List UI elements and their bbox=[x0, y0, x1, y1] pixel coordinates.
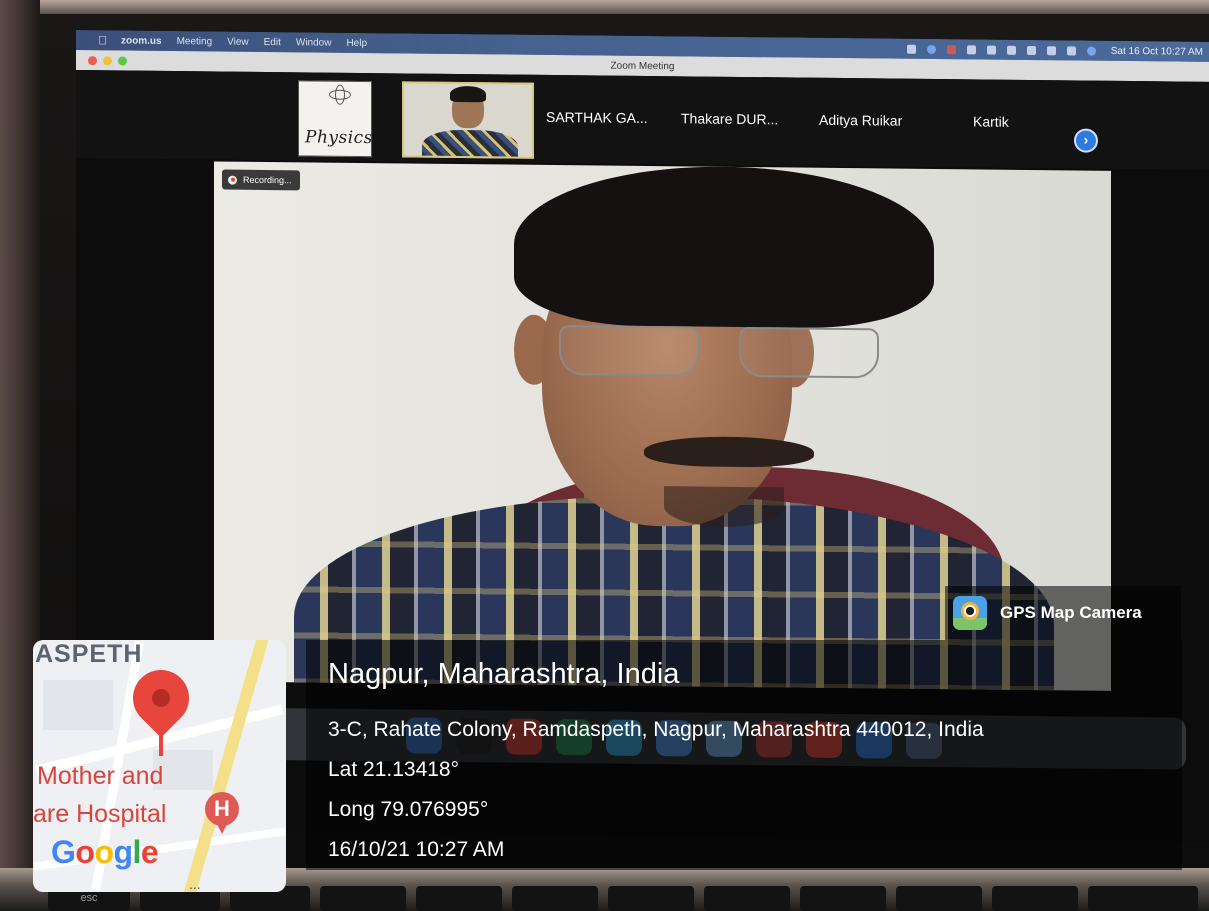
recording-status-icon[interactable] bbox=[946, 44, 956, 54]
recording-indicator[interactable]: Recording... bbox=[222, 169, 300, 191]
menubar-clock[interactable]: Sat 16 Oct 10:27 AM bbox=[1111, 45, 1203, 57]
gps-camera-badge: GPS Map Camera bbox=[945, 586, 1181, 640]
map-area-label: ASPETH bbox=[35, 640, 143, 668]
participant-name-2[interactable]: Thakare DUR... bbox=[681, 110, 778, 127]
siri-icon[interactable] bbox=[926, 44, 936, 54]
map-place-label-line2: are Hospital bbox=[33, 800, 167, 828]
location-datetime: 16/10/21 10:27 AM bbox=[328, 838, 505, 861]
google-logo: Google bbox=[51, 834, 159, 870]
location-longitude: Long 79.076995° bbox=[328, 798, 489, 821]
map-thumbnail: ASPETH Mother and are Hospital H Google … bbox=[33, 640, 286, 892]
function-key bbox=[512, 886, 598, 911]
glasses-lens-left bbox=[559, 325, 699, 377]
location-latitude: Lat 21.13418° bbox=[328, 758, 460, 781]
zoom-status-icon[interactable] bbox=[906, 44, 916, 54]
control-center-icon[interactable] bbox=[1066, 45, 1076, 55]
next-participants-button[interactable]: › bbox=[1074, 128, 1098, 153]
function-key bbox=[800, 886, 886, 911]
participant-name-1[interactable]: SARTHAK GA... bbox=[546, 109, 648, 126]
function-key bbox=[608, 886, 694, 911]
location-city: Nagpur, Maharashtra, India bbox=[328, 658, 680, 690]
physics-label: Physics bbox=[305, 127, 373, 149]
map-block bbox=[43, 680, 113, 730]
function-key bbox=[320, 886, 406, 911]
menu-meeting[interactable]: Meeting bbox=[177, 36, 213, 47]
glasses-lens-right bbox=[739, 326, 879, 379]
participant-thumb-self-video[interactable] bbox=[402, 81, 534, 159]
user-icon[interactable] bbox=[1086, 46, 1096, 56]
hospital-marker-icon: H bbox=[205, 792, 239, 834]
participant-name-4[interactable]: Kartik bbox=[973, 113, 1009, 129]
thumb-person-hair bbox=[450, 85, 486, 103]
function-key bbox=[1088, 886, 1198, 911]
person-hair bbox=[514, 164, 934, 329]
map-place-label-line1: Mother and bbox=[37, 762, 164, 790]
map-more-dots: ... bbox=[189, 876, 201, 892]
location-address: 3-C, Rahate Colony, Ramdaspeth, Nagpur, … bbox=[328, 718, 984, 741]
apple-icon[interactable]:  bbox=[98, 33, 107, 47]
bluetooth-icon[interactable] bbox=[986, 45, 996, 55]
menu-edit[interactable]: Edit bbox=[264, 36, 281, 47]
function-key bbox=[992, 886, 1078, 911]
participant-strip: Physics SARTHAK GA... Thakare DUR... Adi… bbox=[76, 70, 1209, 170]
glasses bbox=[559, 325, 889, 388]
gps-map-camera-icon bbox=[953, 596, 987, 630]
menu-app[interactable]: zoom.us bbox=[121, 35, 162, 46]
person-mustache bbox=[644, 435, 814, 468]
wifi-icon[interactable] bbox=[1026, 45, 1036, 55]
thumb-person-shirt bbox=[422, 129, 518, 159]
search-icon[interactable] bbox=[1046, 45, 1056, 55]
menu-window[interactable]: Window bbox=[296, 37, 332, 48]
function-key bbox=[896, 886, 982, 911]
display-icon[interactable] bbox=[966, 44, 976, 54]
record-icon bbox=[228, 175, 237, 185]
function-key bbox=[704, 886, 790, 911]
gps-app-name: GPS Map Camera bbox=[1000, 603, 1142, 622]
background-wall bbox=[0, 0, 1209, 14]
recording-label: Recording... bbox=[243, 174, 292, 186]
menu-view[interactable]: View bbox=[227, 36, 249, 47]
function-key bbox=[416, 886, 502, 911]
participant-thumb-physics[interactable]: Physics bbox=[298, 80, 373, 158]
menu-help[interactable]: Help bbox=[346, 37, 367, 48]
battery-icon[interactable] bbox=[1006, 45, 1016, 55]
atom-orbit-icon bbox=[335, 84, 345, 105]
participant-name-3[interactable]: Aditya Ruikar bbox=[819, 112, 902, 129]
